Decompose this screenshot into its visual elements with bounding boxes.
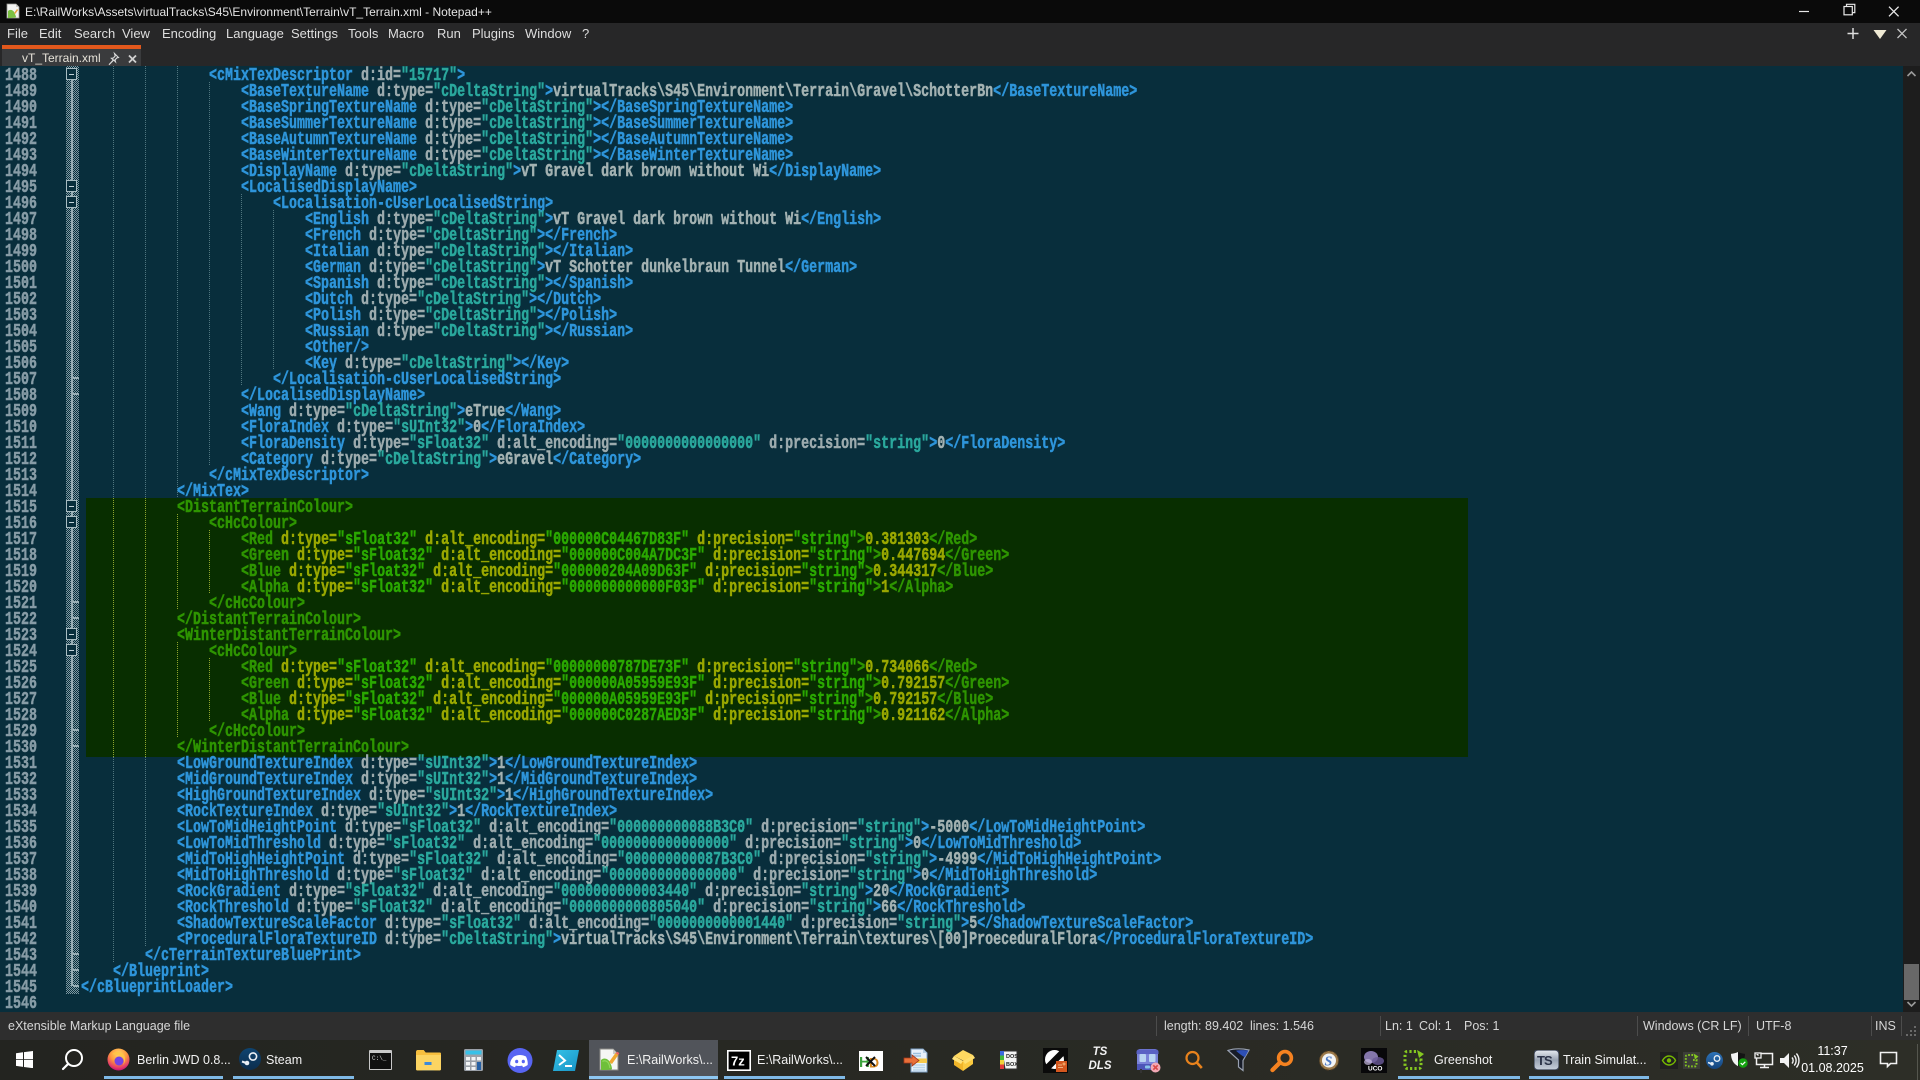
svg-text:BOX: BOX: [1006, 1062, 1018, 1068]
svg-text:DOS: DOS: [1006, 1054, 1018, 1060]
svg-text:TS: TS: [1537, 1053, 1553, 1068]
svg-text:C:\_: C:\_: [372, 1055, 387, 1062]
svg-text:UCO: UCO: [1368, 1066, 1382, 1073]
svg-text:7z: 7z: [731, 1054, 745, 1069]
svg-text:S: S: [1325, 1055, 1333, 1070]
